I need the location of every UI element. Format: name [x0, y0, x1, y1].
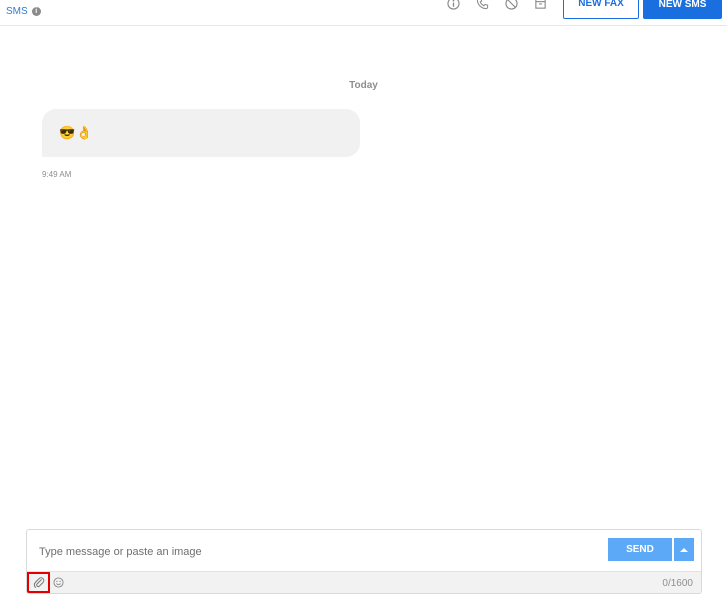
send-options-button[interactable] — [674, 538, 694, 561]
attach-button[interactable] — [27, 572, 50, 593]
archive-icon[interactable] — [533, 0, 547, 10]
composer-toolbar: 0/1600 — [27, 571, 701, 593]
message-bubble: 😎👌 — [42, 109, 360, 157]
message-text: 😎👌 — [59, 125, 94, 140]
paperclip-icon — [33, 577, 44, 588]
info-icon[interactable]: i — [31, 7, 41, 16]
smiley-icon — [53, 577, 64, 588]
channel-label: SMS i — [6, 6, 41, 17]
new-fax-button[interactable]: NEW FAX — [563, 0, 639, 19]
conversation-header: SMS i NEW FAX NEW SMS — [0, 0, 727, 26]
day-separator: Today — [349, 80, 378, 91]
character-counter: 0/1600 — [662, 578, 693, 589]
phone-icon[interactable] — [475, 0, 489, 10]
message-timestamp: 9:49 AM — [42, 170, 72, 179]
emoji-button[interactable] — [52, 576, 65, 589]
caret-up-icon — [680, 547, 688, 552]
block-icon[interactable] — [504, 0, 518, 10]
message-composer: SEND 0/1600 — [26, 529, 702, 594]
send-button-group: SEND — [608, 538, 694, 561]
message-input[interactable] — [39, 544, 489, 560]
new-sms-button[interactable]: NEW SMS — [643, 0, 722, 19]
info-icon[interactable] — [446, 0, 460, 10]
channel-title: SMS — [6, 6, 28, 17]
send-button[interactable]: SEND — [608, 538, 672, 561]
